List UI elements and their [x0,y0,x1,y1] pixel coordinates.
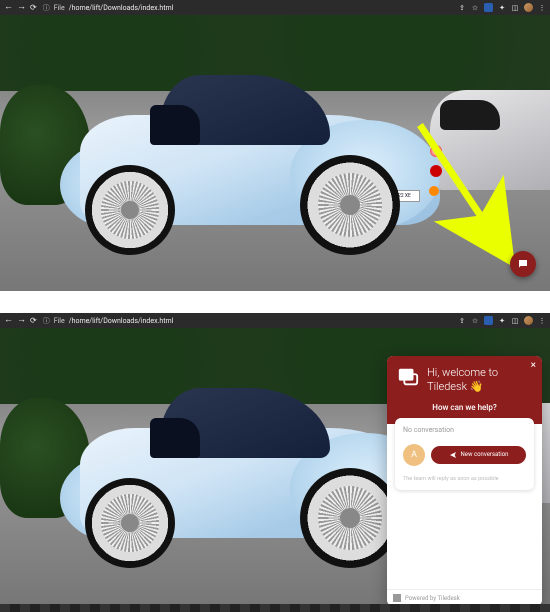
close-icon[interactable]: × [531,360,536,371]
chat-welcome-title: Hi, welcome to Tiledesk 👋 [427,366,498,395]
profile-avatar-icon[interactable] [524,316,533,325]
url-text: /home/lift/Downloads/index.html [69,317,174,325]
extensions-puzzle-icon[interactable]: ✦ [498,317,506,325]
new-conversation-label: New conversation [461,451,509,458]
new-conversation-button[interactable]: New conversation [431,446,526,464]
menu-icon[interactable]: ⋮ [538,4,546,12]
panel-icon[interactable]: ◫ [511,4,519,12]
extension-icon[interactable] [484,316,493,325]
powered-by-label[interactable]: Powered by Tiledesk [405,595,460,602]
os-taskbar[interactable] [0,604,550,612]
roadster-car: GN22 XE [40,75,460,255]
browser-toolbar: ← → ⟳ ⓘ File /home/lift/Downloads/index.… [0,0,550,15]
menu-icon[interactable]: ⋮ [538,317,546,325]
chat-footer: Powered by Tiledesk [387,589,542,604]
chat-widget: × Hi, welcome to Tiledesk 👋 How can we h… [387,356,542,604]
back-button[interactable]: ← [4,316,13,325]
url-scheme-label: File [54,317,65,325]
panel-icon[interactable]: ◫ [511,317,519,325]
reply-time-note: The team will reply as soon as possible [403,476,526,482]
bookmark-icon[interactable]: ☆ [471,4,479,12]
tiledesk-logo-icon [397,366,419,388]
site-info-icon[interactable]: ⓘ [43,3,50,13]
no-conversation-label: No conversation [403,426,526,434]
chat-conversation-card: No conversation A New conversation The t… [395,418,534,490]
forward-button[interactable]: → [17,3,26,12]
url-text: /home/lift/Downloads/index.html [69,4,174,12]
browser-toolbar: ← → ⟳ ⓘ File /home/lift/Downloads/index.… [0,313,550,328]
reload-button[interactable]: ⟳ [30,316,37,325]
chat-launcher-button[interactable] [510,251,536,277]
url-scheme-label: File [54,4,65,12]
forward-button[interactable]: → [17,316,26,325]
address-bar[interactable]: ⓘ File /home/lift/Downloads/index.html [43,316,452,326]
agent-avatar: A [403,444,425,466]
share-icon[interactable]: ⇪ [458,317,466,325]
back-button[interactable]: ← [4,3,13,12]
chat-subtitle: How can we help? [397,403,532,412]
bookmark-icon[interactable]: ☆ [471,317,479,325]
chat-header: × Hi, welcome to Tiledesk 👋 How can we h… [387,356,542,424]
page-content: GN22 XE × Hi, welcome to Tiledesk 👋 [0,328,550,604]
tiledesk-mini-icon [393,594,401,602]
chat-icon [517,258,529,270]
reload-button[interactable]: ⟳ [30,3,37,12]
address-bar[interactable]: ⓘ File /home/lift/Downloads/index.html [43,3,452,13]
chat-welcome-line2: Tiledesk 👋 [427,380,483,393]
extensions-puzzle-icon[interactable]: ✦ [498,4,506,12]
chat-welcome-line1: Hi, welcome to [427,366,498,379]
extension-icon[interactable] [484,3,493,12]
site-info-icon[interactable]: ⓘ [43,316,50,326]
page-content: GN22 XE [0,15,550,291]
share-icon[interactable]: ⇪ [458,4,466,12]
profile-avatar-icon[interactable] [524,3,533,12]
send-icon [449,451,457,459]
